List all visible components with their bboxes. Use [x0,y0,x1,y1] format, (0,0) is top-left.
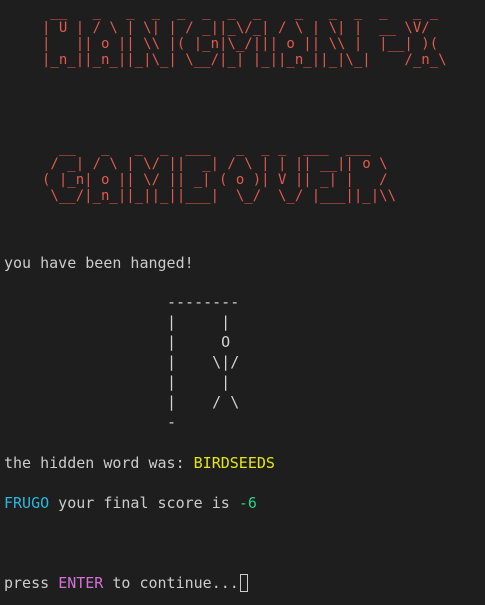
hangman-title-art: __ _ _ _ _ _ _ _ _ _ _ _ _ _ | U | / \ |… [42,4,447,68]
game-over-title-art: __ _ _ _ ___ _ _ _ ___ ___ / _| / \ | \/… [42,140,397,204]
score-text: your final score is [49,494,239,512]
hidden-word-line: the hidden word was: BIRDSEEDS [4,453,275,473]
score-line: FRUGO your final score is -6 [4,493,257,513]
prompt-before: press [4,574,59,592]
hidden-word-label: the hidden word was: [4,454,194,472]
score-value: -6 [238,494,257,512]
hidden-word-value: BIRDSEEDS [193,454,275,472]
gallows-art: -------- | | | O | \|/ | | | / \ - [167,293,240,431]
prompt-after: to continue... [103,574,239,592]
text-cursor[interactable] [239,574,248,592]
terminal-window: __ _ _ _ _ _ _ _ _ _ _ _ _ _ | U | / \ |… [0,0,485,605]
lost-message: you have been hanged! [4,254,194,272]
prompt-key: ENTER [58,574,104,592]
continue-prompt: press ENTER to continue... [4,573,248,593]
player-name: FRUGO [4,494,50,512]
